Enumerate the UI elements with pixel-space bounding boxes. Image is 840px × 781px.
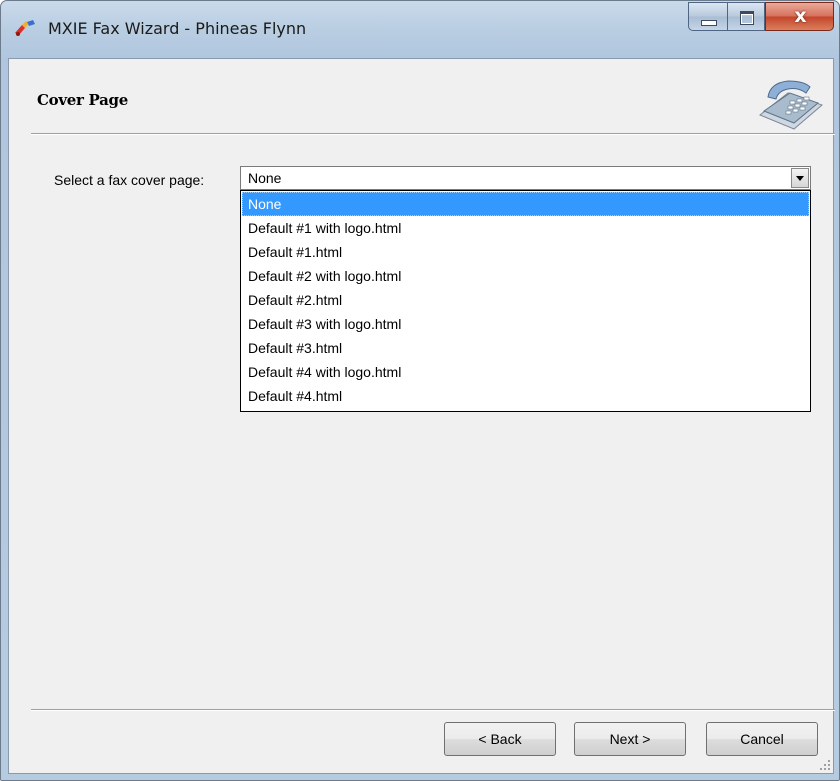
option-default-4[interactable]: Default #4.html <box>242 384 809 408</box>
wizard-content: Cover Page Select a fax cover page: None… <box>8 58 835 774</box>
close-button[interactable]: x <box>765 2 834 31</box>
phone-icon <box>759 80 823 130</box>
option-default-2-logo[interactable]: Default #2 with logo.html <box>242 264 809 288</box>
wizard-window: MXIE Fax Wizard - Phineas Flynn x Cover … <box>0 0 840 781</box>
cover-page-select[interactable]: None <box>240 166 811 190</box>
minimize-button[interactable] <box>688 2 727 31</box>
window-title: MXIE Fax Wizard - Phineas Flynn <box>48 19 307 38</box>
chevron-down-icon <box>796 176 804 181</box>
option-default-4-logo[interactable]: Default #4 with logo.html <box>242 360 809 384</box>
minimize-icon <box>701 20 717 26</box>
dropdown-button[interactable] <box>791 168 809 188</box>
option-none[interactable]: None <box>242 192 809 216</box>
cover-page-selected-value: None <box>248 170 282 186</box>
option-default-2[interactable]: Default #2.html <box>242 288 809 312</box>
cancel-button[interactable]: Cancel <box>706 722 818 756</box>
option-default-3[interactable]: Default #3.html <box>242 336 809 360</box>
maximize-icon <box>740 11 754 25</box>
close-icon: x <box>794 5 807 27</box>
maximize-button[interactable] <box>727 2 765 31</box>
back-button[interactable]: < Back <box>444 722 556 756</box>
cover-page-options-list: None Default #1 with logo.html Default #… <box>240 190 811 412</box>
header-divider <box>31 133 835 135</box>
resize-grip-icon[interactable] <box>819 759 831 771</box>
option-default-1[interactable]: Default #1.html <box>242 240 809 264</box>
cover-page-label: Select a fax cover page: <box>54 172 205 188</box>
title-bar[interactable]: MXIE Fax Wizard - Phineas Flynn x <box>1 1 839 59</box>
fax-wizard-icon <box>15 20 35 36</box>
footer-divider <box>31 709 835 711</box>
option-default-3-logo[interactable]: Default #3 with logo.html <box>242 312 809 336</box>
option-default-1-logo[interactable]: Default #1 with logo.html <box>242 216 809 240</box>
page-title: Cover Page <box>37 91 128 109</box>
next-button[interactable]: Next > <box>574 722 686 756</box>
